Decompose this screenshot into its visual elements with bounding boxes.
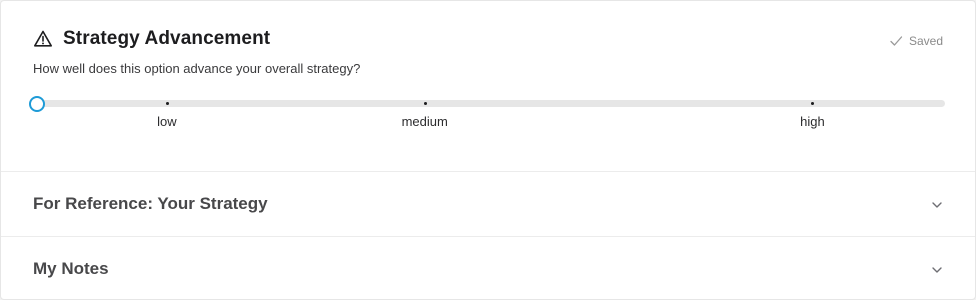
section-title: Strategy Advancement [63,28,271,49]
section-header: Strategy Advancement [33,27,270,51]
slider-tick-medium [423,102,427,105]
strategy-card: Strategy Advancement Saved How well does… [0,0,976,300]
strategy-slider-track[interactable]: low medium high [29,96,945,129]
slider-label-medium: medium [401,114,448,129]
accordion-my-notes[interactable]: My Notes [1,237,975,299]
saved-label: Saved [908,34,943,48]
accordion-reference-strategy[interactable]: For Reference: Your Strategy [1,172,975,237]
slider-tick-low [165,102,169,105]
chevron-down-icon[interactable] [931,263,943,275]
saved-status: Saved [889,34,943,48]
question-text: How well does this option advance your o… [33,61,361,76]
accordion-title: My Notes [33,259,109,278]
slider-thumb[interactable] [29,96,45,112]
strategy-advancement-section: Strategy Advancement Saved How well does… [1,1,975,172]
accordion-title: For Reference: Your Strategy [33,194,268,213]
check-icon [889,34,903,48]
chevron-down-icon[interactable] [931,198,943,210]
warning-triangle-icon [33,29,53,49]
slider-label-high: high [800,114,825,129]
slider-tick-high [811,102,815,105]
slider-label-low: low [157,114,177,129]
